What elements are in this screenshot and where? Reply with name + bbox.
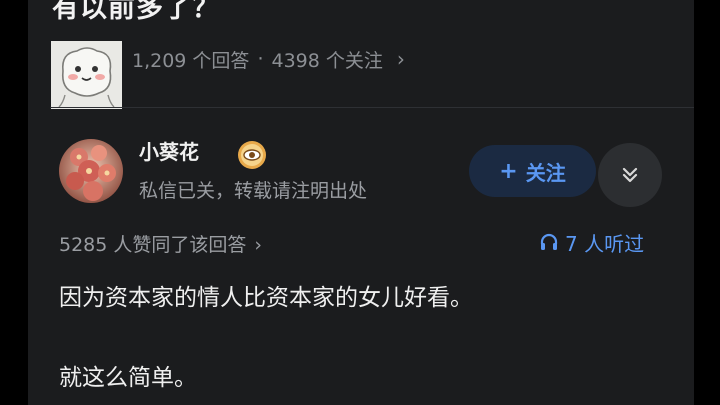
follow-button[interactable]: + 关注: [469, 145, 596, 197]
author-avatar[interactable]: [59, 139, 123, 203]
question-thumbnail[interactable]: [51, 41, 122, 109]
likes-count[interactable]: 5285 人赞同了该回答 ›: [59, 230, 262, 257]
listen-count[interactable]: 7 人听过: [539, 228, 644, 256]
listened-text: 7 人听过: [565, 231, 645, 256]
author-name[interactable]: 小葵花: [139, 136, 199, 165]
follow-count: 4398 个关注: [271, 49, 383, 72]
answer-count: 1,209 个回答: [132, 49, 250, 72]
eye-badge-icon: [237, 140, 267, 170]
headphones-icon: [540, 233, 558, 250]
cartoon-face-icon: [51, 41, 122, 109]
divider: [50, 107, 694, 108]
answer-paragraph: 就这么简单。: [59, 365, 197, 391]
chevron-double-down-icon: [622, 167, 638, 183]
answer-paragraph: 因为资本家的情人比资本家的女儿好看。: [59, 285, 473, 311]
flower-avatar-icon: [59, 139, 123, 203]
plus-icon: +: [499, 158, 518, 184]
likes-text: 5285 人赞同了该回答: [59, 234, 247, 256]
answer-page: 有以前多了？ 1,209 个回答 · 4398 个关注 › 小葵花 私信已关，转…: [28, 0, 694, 405]
follow-label: 关注: [525, 160, 566, 185]
expand-button[interactable]: [598, 143, 662, 207]
author-bio: 私信已关，转载请注明出处: [139, 180, 368, 202]
question-title[interactable]: 有以前多了？: [52, 0, 220, 25]
stats-separator: ·: [257, 48, 264, 70]
screen: 有以前多了？ 1,209 个回答 · 4398 个关注 › 小葵花 私信已关，转…: [0, 0, 720, 405]
chevron-right-icon: ›: [396, 47, 405, 71]
chevron-right-icon: ›: [254, 234, 263, 256]
question-stats[interactable]: 1,209 个回答 · 4398 个关注 ›: [132, 46, 405, 72]
